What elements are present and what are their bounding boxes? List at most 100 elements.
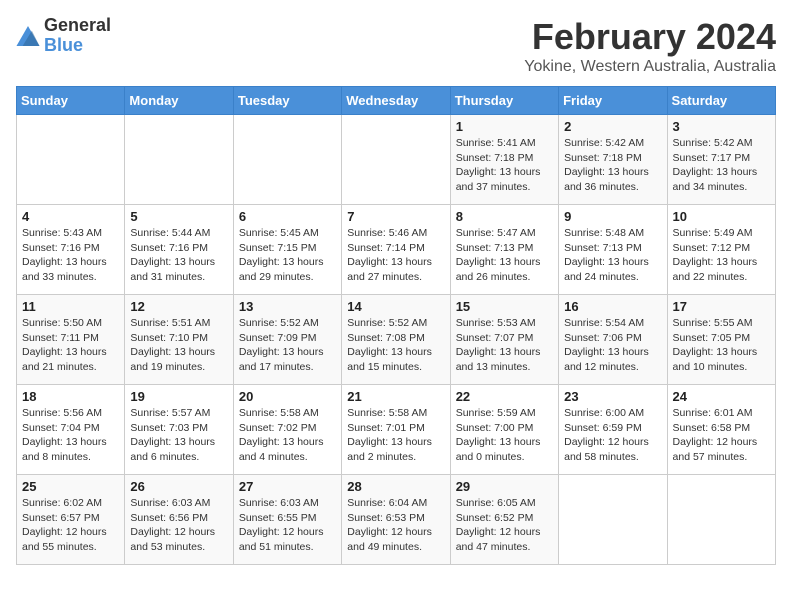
day-number: 5	[130, 209, 227, 224]
calendar-title: February 2024	[524, 16, 776, 58]
calendar-cell: 25 Sunrise: 6:02 AM Sunset: 6:57 PM Dayli…	[17, 475, 125, 565]
calendar-cell	[342, 115, 450, 205]
weekday-header: Wednesday	[342, 87, 450, 115]
weekday-header: Monday	[125, 87, 233, 115]
calendar-cell: 7 Sunrise: 5:46 AM Sunset: 7:14 PM Daylig…	[342, 205, 450, 295]
day-number: 2	[564, 119, 661, 134]
day-info: Sunrise: 6:02 AM Sunset: 6:57 PM Dayligh…	[22, 496, 119, 555]
day-number: 16	[564, 299, 661, 314]
calendar-cell: 14 Sunrise: 5:52 AM Sunset: 7:08 PM Dayli…	[342, 295, 450, 385]
calendar-cell: 26 Sunrise: 6:03 AM Sunset: 6:56 PM Dayli…	[125, 475, 233, 565]
day-info: Sunrise: 5:56 AM Sunset: 7:04 PM Dayligh…	[22, 406, 119, 465]
day-info: Sunrise: 6:00 AM Sunset: 6:59 PM Dayligh…	[564, 406, 661, 465]
logo-icon	[16, 26, 40, 46]
logo: General Blue	[16, 16, 111, 56]
day-number: 18	[22, 389, 119, 404]
calendar-cell: 15 Sunrise: 5:53 AM Sunset: 7:07 PM Dayli…	[450, 295, 558, 385]
calendar-row: 25 Sunrise: 6:02 AM Sunset: 6:57 PM Dayli…	[17, 475, 776, 565]
calendar-cell: 1 Sunrise: 5:41 AM Sunset: 7:18 PM Daylig…	[450, 115, 558, 205]
weekday-row: SundayMondayTuesdayWednesdayThursdayFrid…	[17, 87, 776, 115]
calendar-cell: 24Sunrise: 6:01 AM Sunset: 6:58 PM Dayli…	[667, 385, 775, 475]
logo-general-text: General	[44, 16, 111, 36]
title-section: February 2024 Yokine, Western Australia,…	[524, 16, 776, 76]
day-number: 8	[456, 209, 553, 224]
day-number: 12	[130, 299, 227, 314]
day-number: 9	[564, 209, 661, 224]
day-number: 23	[564, 389, 661, 404]
day-number: 15	[456, 299, 553, 314]
calendar-cell: 3 Sunrise: 5:42 AM Sunset: 7:17 PM Daylig…	[667, 115, 775, 205]
day-info: Sunrise: 5:53 AM Sunset: 7:07 PM Dayligh…	[456, 316, 553, 375]
day-number: 22	[456, 389, 553, 404]
day-number: 1	[456, 119, 553, 134]
weekday-header: Saturday	[667, 87, 775, 115]
calendar-cell: 23 Sunrise: 6:00 AM Sunset: 6:59 PM Dayli…	[559, 385, 667, 475]
day-info: Sunrise: 5:47 AM Sunset: 7:13 PM Dayligh…	[456, 226, 553, 285]
day-info: Sunrise: 5:52 AM Sunset: 7:08 PM Dayligh…	[347, 316, 444, 375]
weekday-header: Friday	[559, 87, 667, 115]
calendar-cell: 20 Sunrise: 5:58 AM Sunset: 7:02 PM Dayli…	[233, 385, 341, 475]
calendar-cell: 10 Sunrise: 5:49 AM Sunset: 7:12 PM Dayli…	[667, 205, 775, 295]
day-number: 10	[673, 209, 770, 224]
day-info: Sunrise: 6:05 AM Sunset: 6:52 PM Dayligh…	[456, 496, 553, 555]
calendar-cell: 18 Sunrise: 5:56 AM Sunset: 7:04 PM Dayli…	[17, 385, 125, 475]
calendar-cell: 5 Sunrise: 5:44 AM Sunset: 7:16 PM Daylig…	[125, 205, 233, 295]
day-info: Sunrise: 5:51 AM Sunset: 7:10 PM Dayligh…	[130, 316, 227, 375]
day-number: 14	[347, 299, 444, 314]
day-number: 27	[239, 479, 336, 494]
calendar-cell: 9 Sunrise: 5:48 AM Sunset: 7:13 PM Daylig…	[559, 205, 667, 295]
day-number: 21	[347, 389, 444, 404]
day-info: Sunrise: 5:42 AM Sunset: 7:18 PM Dayligh…	[564, 136, 661, 195]
day-info: Sunrise: 5:55 AM Sunset: 7:05 PM Dayligh…	[673, 316, 770, 375]
day-number: 4	[22, 209, 119, 224]
calendar-cell: 19 Sunrise: 5:57 AM Sunset: 7:03 PM Dayli…	[125, 385, 233, 475]
calendar-cell	[17, 115, 125, 205]
day-info: Sunrise: 5:58 AM Sunset: 7:02 PM Dayligh…	[239, 406, 336, 465]
logo-blue-text: Blue	[44, 36, 111, 56]
day-number: 29	[456, 479, 553, 494]
day-info: Sunrise: 5:42 AM Sunset: 7:17 PM Dayligh…	[673, 136, 770, 195]
day-info: Sunrise: 5:49 AM Sunset: 7:12 PM Dayligh…	[673, 226, 770, 285]
calendar-cell: 16 Sunrise: 5:54 AM Sunset: 7:06 PM Dayli…	[559, 295, 667, 385]
weekday-header: Tuesday	[233, 87, 341, 115]
day-number: 7	[347, 209, 444, 224]
calendar-header: SundayMondayTuesdayWednesdayThursdayFrid…	[17, 87, 776, 115]
day-number: 11	[22, 299, 119, 314]
day-number: 13	[239, 299, 336, 314]
calendar-cell: 4 Sunrise: 5:43 AM Sunset: 7:16 PM Daylig…	[17, 205, 125, 295]
day-info: Sunrise: 5:46 AM Sunset: 7:14 PM Dayligh…	[347, 226, 444, 285]
day-info: Sunrise: 5:57 AM Sunset: 7:03 PM Dayligh…	[130, 406, 227, 465]
day-info: Sunrise: 5:41 AM Sunset: 7:18 PM Dayligh…	[456, 136, 553, 195]
calendar-table: SundayMondayTuesdayWednesdayThursdayFrid…	[16, 86, 776, 565]
day-info: Sunrise: 5:43 AM Sunset: 7:16 PM Dayligh…	[22, 226, 119, 285]
calendar-cell: 6Sunrise: 5:45 AM Sunset: 7:15 PM Daylig…	[233, 205, 341, 295]
calendar-cell	[233, 115, 341, 205]
day-info: Sunrise: 5:59 AM Sunset: 7:00 PM Dayligh…	[456, 406, 553, 465]
day-number: 19	[130, 389, 227, 404]
calendar-cell: 17Sunrise: 5:55 AM Sunset: 7:05 PM Dayli…	[667, 295, 775, 385]
day-info: Sunrise: 5:44 AM Sunset: 7:16 PM Dayligh…	[130, 226, 227, 285]
calendar-cell: 29 Sunrise: 6:05 AM Sunset: 6:52 PM Dayli…	[450, 475, 558, 565]
calendar-cell: 8 Sunrise: 5:47 AM Sunset: 7:13 PM Daylig…	[450, 205, 558, 295]
calendar-cell: 28Sunrise: 6:04 AM Sunset: 6:53 PM Dayli…	[342, 475, 450, 565]
header: General Blue February 2024 Yokine, Weste…	[16, 16, 776, 76]
calendar-row: 11Sunrise: 5:50 AM Sunset: 7:11 PM Dayli…	[17, 295, 776, 385]
calendar-cell: 13Sunrise: 5:52 AM Sunset: 7:09 PM Dayli…	[233, 295, 341, 385]
day-number: 26	[130, 479, 227, 494]
calendar-cell	[559, 475, 667, 565]
calendar-body: 1 Sunrise: 5:41 AM Sunset: 7:18 PM Daylig…	[17, 115, 776, 565]
day-number: 3	[673, 119, 770, 134]
day-number: 24	[673, 389, 770, 404]
day-info: Sunrise: 5:45 AM Sunset: 7:15 PM Dayligh…	[239, 226, 336, 285]
day-info: Sunrise: 6:03 AM Sunset: 6:56 PM Dayligh…	[130, 496, 227, 555]
day-number: 25	[22, 479, 119, 494]
calendar-subtitle: Yokine, Western Australia, Australia	[524, 58, 776, 76]
calendar-row: 18 Sunrise: 5:56 AM Sunset: 7:04 PM Dayli…	[17, 385, 776, 475]
calendar-row: 4 Sunrise: 5:43 AM Sunset: 7:16 PM Daylig…	[17, 205, 776, 295]
day-info: Sunrise: 5:48 AM Sunset: 7:13 PM Dayligh…	[564, 226, 661, 285]
day-info: Sunrise: 5:54 AM Sunset: 7:06 PM Dayligh…	[564, 316, 661, 375]
calendar-cell: 11Sunrise: 5:50 AM Sunset: 7:11 PM Dayli…	[17, 295, 125, 385]
day-number: 20	[239, 389, 336, 404]
calendar-row: 1 Sunrise: 5:41 AM Sunset: 7:18 PM Daylig…	[17, 115, 776, 205]
weekday-header: Sunday	[17, 87, 125, 115]
